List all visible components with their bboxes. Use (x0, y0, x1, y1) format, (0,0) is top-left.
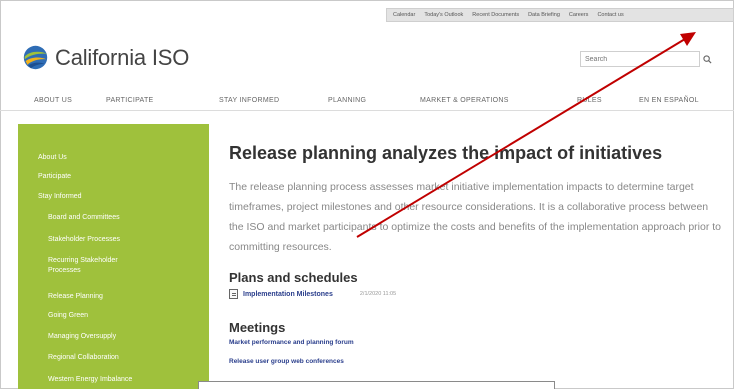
nav-participate[interactable]: PARTICIPATE (106, 97, 154, 104)
main-nav: ABOUT US PARTICIPATE STAY INFORMED PLANN… (0, 92, 734, 108)
sidebar-item-managing-oversupply[interactable]: Managing Oversupply (48, 332, 116, 341)
sidebar-item-processes[interactable]: Processes (48, 266, 81, 275)
sidebar-item-going-green[interactable]: Going Green (48, 311, 88, 320)
sidebar-item-board-and-committees[interactable]: Board and Committees (48, 213, 120, 222)
utility-link-recent-documents[interactable]: Recent Documents (472, 12, 519, 18)
logo-text: California ISO (55, 44, 190, 70)
sidebar-item-stay-informed[interactable]: Stay Informed (38, 192, 82, 201)
search-input[interactable] (580, 51, 700, 67)
page-title: Release planning analyzes the impact of … (229, 143, 663, 163)
utility-link-careers[interactable]: Careers (569, 12, 589, 18)
nav-market-operations[interactable]: MARKET & OPERATIONS (420, 97, 509, 104)
utility-link-todays-outlook[interactable]: Today's Outlook (424, 12, 463, 18)
caiso-globe-logo-icon (23, 45, 48, 70)
nav-rules[interactable]: RULES (577, 97, 602, 104)
sidebar-item-participate[interactable]: Participate (38, 172, 71, 181)
document-icon (229, 289, 238, 299)
meeting-link-release-user-group[interactable]: Release user group web conferences (229, 358, 344, 365)
nav-about-us[interactable]: ABOUT US (34, 97, 72, 104)
utility-link-calendar[interactable]: Calendar (393, 12, 415, 18)
plans-heading: Plans and schedules (229, 270, 358, 285)
meetings-heading: Meetings (229, 320, 286, 335)
meeting-link-market-performance[interactable]: Market performance and planning forum (229, 339, 354, 346)
nav-planning[interactable]: PLANNING (328, 97, 366, 104)
sidebar: About Us Participate Stay Informed Board… (18, 124, 209, 389)
sidebar-item-release-planning[interactable]: Release Planning (48, 292, 103, 301)
search-box (580, 50, 720, 68)
site-logo[interactable]: California ISO (22, 44, 189, 71)
nav-en-espanol[interactable]: EN EN ESPAÑOL (639, 97, 699, 104)
utility-link-data-briefing[interactable]: Data Briefing (528, 12, 560, 18)
sidebar-item-regional-collaboration[interactable]: Regional Collaboration (48, 353, 119, 362)
sidebar-item-western-energy-imbalance[interactable]: Western Energy Imbalance (48, 375, 132, 384)
nav-divider (0, 110, 734, 111)
search-icon[interactable] (700, 51, 714, 67)
sidebar-item-recurring-stakeholder[interactable]: Recurring Stakeholder (48, 256, 118, 265)
sidebar-item-stakeholder-processes[interactable]: Stakeholder Processes (48, 235, 120, 244)
utility-bar: Calendar Today's Outlook Recent Document… (386, 8, 734, 22)
utility-link-contact-us[interactable]: Contact us (597, 12, 623, 18)
nav-stay-informed[interactable]: STAY INFORMED (219, 97, 279, 104)
implementation-milestones-link[interactable]: Implementation Milestones (243, 291, 333, 298)
sidebar-item-about-us[interactable]: About Us (38, 153, 67, 162)
intro-paragraph: The release planning process assesses ma… (229, 181, 722, 253)
overlay-panel (198, 381, 555, 389)
document-date: 2/1/2020 11:05 (359, 291, 397, 297)
document-row: Implementation Milestones 2/1/2020 11:05 (229, 289, 396, 299)
